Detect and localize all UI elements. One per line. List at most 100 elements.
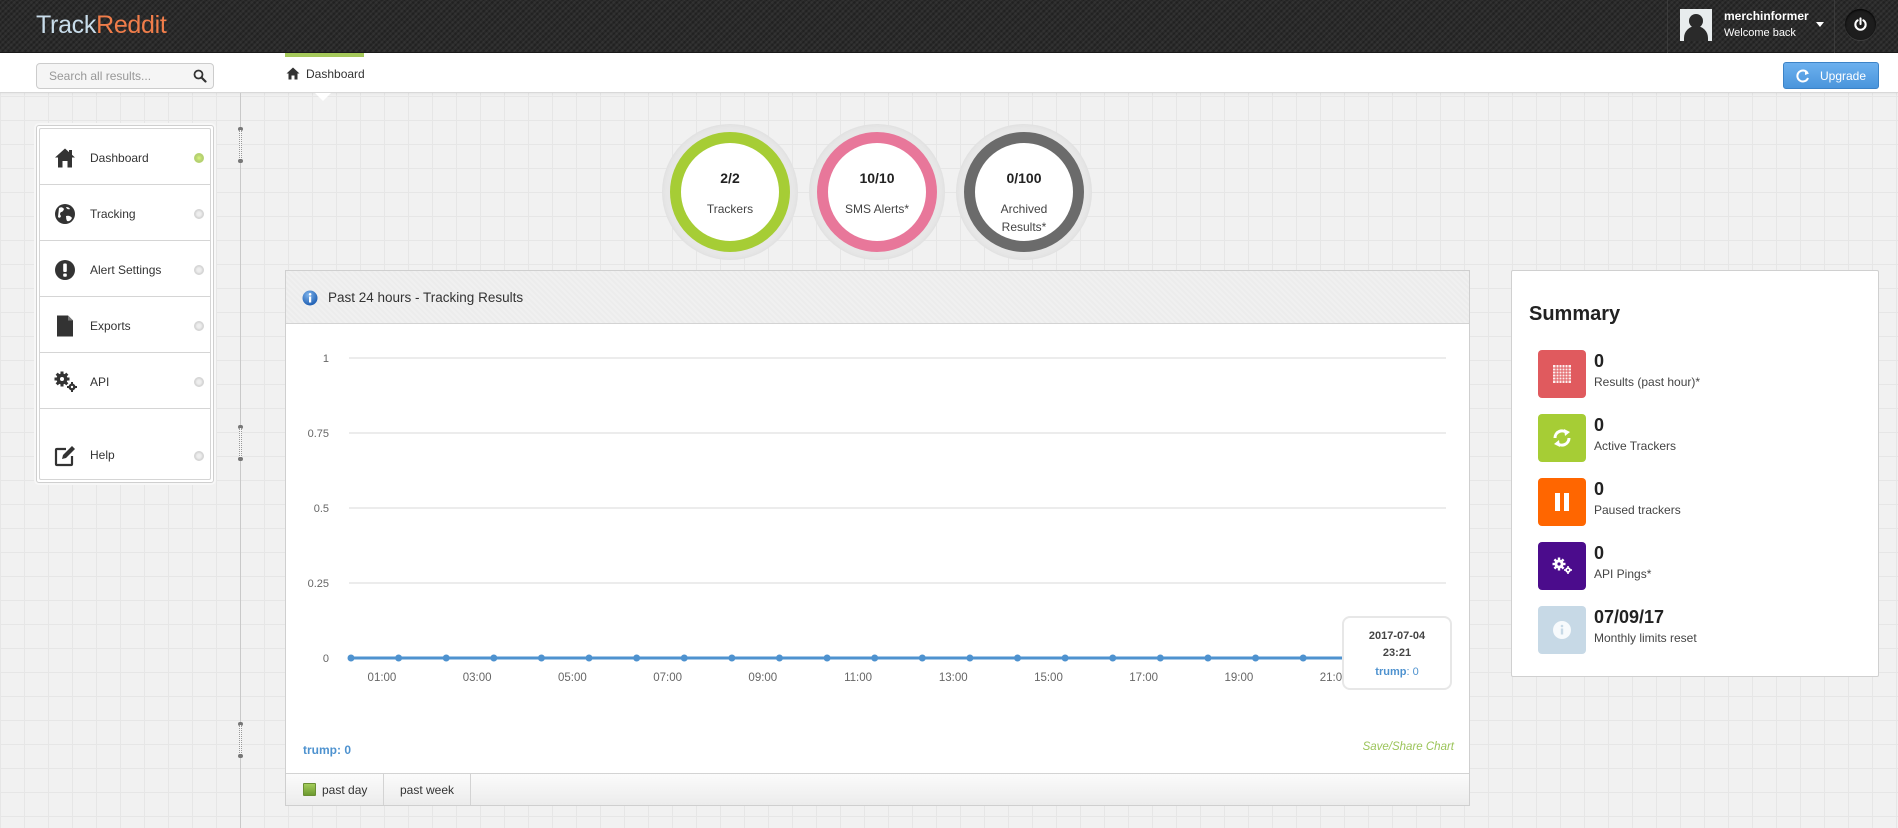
- data-point: [585, 654, 593, 662]
- panel-header: Past 24 hours - Tracking Results: [286, 271, 1469, 324]
- chevron-down-icon[interactable]: [1816, 22, 1824, 27]
- data-point: [871, 654, 879, 662]
- info-icon: [302, 290, 318, 311]
- sidebar-item-exports[interactable]: Exports: [40, 297, 210, 353]
- y-tick-label: 0.75: [308, 428, 329, 440]
- breadcrumb-dashboard[interactable]: Dashboard: [285, 53, 365, 101]
- x-tick-label: 11:00: [844, 672, 872, 684]
- upgrade-label: Upgrade: [1820, 69, 1867, 83]
- stat-ring: [817, 132, 937, 252]
- resize-handle[interactable]: [237, 127, 244, 163]
- tab-label: past week: [400, 783, 455, 797]
- x-tick-label: 19:00: [1225, 672, 1254, 684]
- edit-icon: [54, 445, 76, 467]
- stat-label-line: Results*: [1001, 220, 1047, 234]
- sidebar-item-api[interactable]: API: [40, 353, 210, 409]
- summary-value: 0: [1594, 479, 1605, 499]
- stat-label: SMS Alerts*: [844, 202, 910, 216]
- avatar: [1680, 9, 1712, 41]
- sidebar-item-label: Alert Settings: [90, 263, 162, 277]
- data-point: [395, 654, 403, 662]
- data-point: [680, 654, 688, 662]
- globe-icon: [54, 203, 76, 225]
- x-tick-label: 15:00: [1034, 672, 1063, 684]
- summary-value: 07/09/17: [1594, 607, 1665, 627]
- tab-past-day[interactable]: past day: [286, 774, 384, 805]
- x-tick-label: 05:00: [558, 672, 587, 684]
- info-icon: [1538, 606, 1586, 654]
- search-input[interactable]: [37, 64, 182, 88]
- status-indicator: [194, 265, 204, 275]
- sidebar-item-tracking[interactable]: Tracking: [40, 185, 210, 241]
- stat-value: 2/2: [720, 170, 740, 186]
- tooltip-series-name: trump: [1375, 666, 1407, 678]
- tab-past-week[interactable]: past week: [384, 774, 471, 805]
- user-greeting: Welcome back: [1724, 27, 1796, 39]
- y-tick-label: 0.25: [308, 578, 329, 590]
- search-icon[interactable]: [193, 69, 207, 88]
- data-point: [918, 654, 926, 662]
- time-range-tabs: past day past week: [286, 773, 1469, 805]
- summary-item-results: 0 Results (past hour)*: [1538, 350, 1858, 398]
- status-indicator: [194, 377, 204, 387]
- tooltip-time: 23:21: [1382, 647, 1412, 659]
- resize-handle[interactable]: [237, 425, 244, 461]
- panel-title: Past 24 hours - Tracking Results: [328, 290, 524, 305]
- stat-trackers: 2/2 Trackers: [662, 124, 798, 260]
- sidebar-item-help[interactable]: Help: [40, 409, 210, 482]
- top-bar: TrackReddit merchinformer Welcome back: [0, 0, 1898, 53]
- sidebar-item-dashboard[interactable]: Dashboard: [40, 129, 210, 185]
- summary-value: 0: [1594, 351, 1605, 371]
- summary-item-api-pings: 0 API Pings*: [1538, 542, 1858, 590]
- refresh-icon: [1796, 69, 1809, 83]
- data-point: [775, 654, 783, 662]
- data-point: [1252, 654, 1260, 662]
- user-name: merchinformer: [1724, 9, 1809, 23]
- sidebar-item-alert-settings[interactable]: Alert Settings: [40, 241, 210, 297]
- x-tick-label: 13:00: [939, 672, 968, 684]
- data-point: [1061, 654, 1069, 662]
- tab-pointer: [315, 93, 331, 101]
- sidebar-item-label: Help: [90, 448, 115, 462]
- summary-label: API Pings*: [1594, 567, 1652, 581]
- summary-label: Paused trackers: [1594, 503, 1681, 517]
- tooltip-datetime: 2017-07-04 23:21: [1344, 628, 1450, 662]
- active-tab-indicator: [285, 53, 364, 57]
- stat-label: Archived Results*: [956, 200, 1092, 236]
- upgrade-button[interactable]: Upgrade: [1783, 62, 1879, 89]
- file-icon: [54, 315, 76, 337]
- sidebar-item-label: Dashboard: [90, 151, 149, 165]
- stat-ring: [670, 132, 790, 252]
- resize-handle[interactable]: [237, 722, 244, 758]
- data-point: [728, 654, 736, 662]
- home-icon: [54, 147, 76, 169]
- x-tick-label: 09:00: [748, 672, 777, 684]
- data-point: [1156, 654, 1164, 662]
- data-point: [1204, 654, 1212, 662]
- legend-item-trump[interactable]: trump: 0: [303, 743, 351, 757]
- summary-item-active-trackers: 0 Active Trackers: [1538, 414, 1858, 462]
- home-icon: [286, 67, 300, 85]
- status-indicator: [194, 321, 204, 331]
- tracking-results-panel: Past 24 hours - Tracking Results 0 0.25 0.…: [285, 270, 1470, 806]
- save-share-chart-link[interactable]: Save/Share Chart: [1363, 741, 1454, 753]
- gears-icon: [1538, 542, 1586, 590]
- summary-label: Active Trackers: [1594, 439, 1677, 453]
- data-point: [633, 654, 641, 662]
- search-box: [36, 63, 214, 89]
- logout-button[interactable]: [1845, 9, 1876, 40]
- status-indicator: [194, 153, 204, 163]
- summary-item-paused-trackers: 0 Paused trackers: [1538, 478, 1858, 526]
- summary-item-monthly-reset: 07/09/17 Monthly limits reset: [1538, 606, 1858, 654]
- app-logo[interactable]: TrackReddit: [36, 11, 167, 40]
- sidebar-item-label: Tracking: [90, 207, 136, 221]
- stat-label-line: Archived: [1000, 202, 1048, 216]
- x-tick-label: 03:00: [463, 672, 492, 684]
- tooltip-series-value: 0: [1412, 666, 1419, 678]
- x-tick-label: 17:00: [1129, 672, 1158, 684]
- data-point: [966, 654, 974, 662]
- tracking-chart: 0 0.25 0.5 0.75 1 01:00 03:00 05:00 07:00 09:00 11…: [308, 353, 1452, 684]
- data-point: [347, 654, 355, 662]
- summary-title: Summary: [1529, 303, 1621, 325]
- power-icon: [1854, 17, 1867, 31]
